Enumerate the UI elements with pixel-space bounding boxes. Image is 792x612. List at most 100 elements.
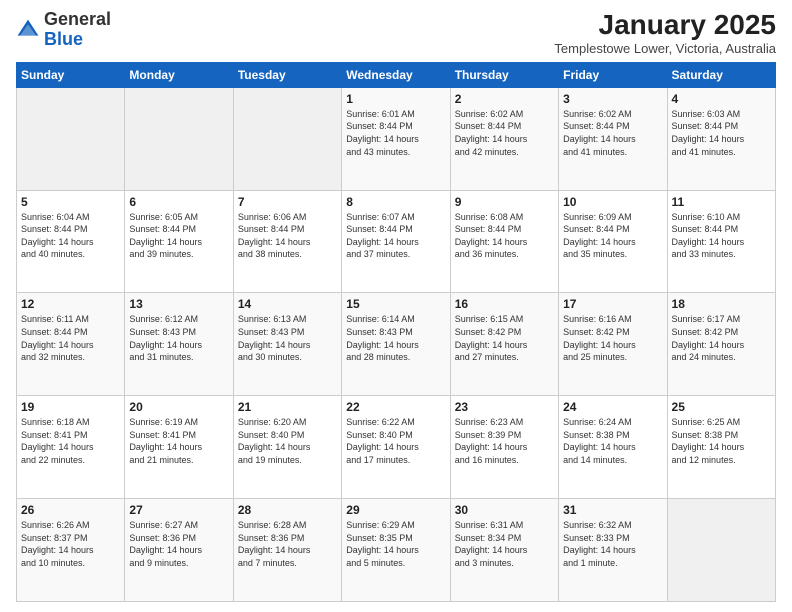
day-number: 20 (129, 400, 228, 414)
day-info: Sunrise: 6:12 AM Sunset: 8:43 PM Dayligh… (129, 313, 228, 363)
day-info: Sunrise: 6:18 AM Sunset: 8:41 PM Dayligh… (21, 416, 120, 466)
day-number: 19 (21, 400, 120, 414)
day-cell: 22Sunrise: 6:22 AM Sunset: 8:40 PM Dayli… (342, 396, 450, 499)
day-cell: 8 Sunrise: 6:07 AM Sunset: 8:44 PM Daylig… (342, 190, 450, 293)
day-cell: 27 Sunrise: 6:27 AM Sunset: 8:36 PM Dayli… (125, 499, 233, 602)
title-block: January 2025 Templestowe Lower, Victoria… (554, 10, 776, 56)
day-number: 22 (346, 400, 445, 414)
day-number: 4 (672, 92, 771, 106)
logo-icon (16, 18, 40, 42)
day-cell: 28 Sunrise: 6:28 AM Sunset: 8:36 PM Dayli… (233, 499, 341, 602)
day-cell: 4 Sunrise: 6:03 AM Sunset: 8:44 PM Daylig… (667, 87, 775, 190)
day-cell: 2Sunrise: 6:02 AM Sunset: 8:44 PM Daylig… (450, 87, 558, 190)
day-number: 3 (563, 92, 662, 106)
day-info: Sunrise: 6:05 AM Sunset: 8:44 PM Dayligh… (129, 211, 228, 261)
day-number: 26 (21, 503, 120, 517)
logo-blue: Blue (44, 29, 83, 49)
day-number: 10 (563, 195, 662, 209)
day-number: 2 (455, 92, 554, 106)
day-cell: 9Sunrise: 6:08 AM Sunset: 8:44 PM Daylig… (450, 190, 558, 293)
day-info: Sunrise: 6:03 AM Sunset: 8:44 PM Dayligh… (672, 108, 771, 158)
day-number: 1 (346, 92, 445, 106)
day-cell: 26 Sunrise: 6:26 AM Sunset: 8:37 PM Dayli… (17, 499, 125, 602)
day-info: Sunrise: 6:24 AM Sunset: 8:38 PM Dayligh… (563, 416, 662, 466)
day-cell: 29 Sunrise: 6:29 AM Sunset: 8:35 PM Dayli… (342, 499, 450, 602)
day-info: Sunrise: 6:02 AM Sunset: 8:44 PM Dayligh… (563, 108, 662, 158)
logo: General Blue (16, 10, 111, 50)
day-info: Sunrise: 6:23 AM Sunset: 8:39 PM Dayligh… (455, 416, 554, 466)
day-cell: 12 Sunrise: 6:11 AM Sunset: 8:44 PM Dayli… (17, 293, 125, 396)
day-number: 29 (346, 503, 445, 517)
week-row-2: 5Sunrise: 6:04 AM Sunset: 8:44 PM Daylig… (17, 190, 776, 293)
day-info: Sunrise: 6:06 AM Sunset: 8:44 PM Dayligh… (238, 211, 337, 261)
day-info: Sunrise: 6:27 AM Sunset: 8:36 PM Dayligh… (129, 519, 228, 569)
day-cell (233, 87, 341, 190)
day-cell: 1 Sunrise: 6:01 AM Sunset: 8:44 PM Daylig… (342, 87, 450, 190)
day-header-saturday: Saturday (667, 62, 775, 87)
day-cell: 3 Sunrise: 6:02 AM Sunset: 8:44 PM Daylig… (559, 87, 667, 190)
day-info: Sunrise: 6:29 AM Sunset: 8:35 PM Dayligh… (346, 519, 445, 569)
day-info: Sunrise: 6:01 AM Sunset: 8:44 PM Dayligh… (346, 108, 445, 158)
day-number: 16 (455, 297, 554, 311)
day-cell: 19 Sunrise: 6:18 AM Sunset: 8:41 PM Dayli… (17, 396, 125, 499)
day-info: Sunrise: 6:04 AM Sunset: 8:44 PM Dayligh… (21, 211, 120, 261)
location: Templestowe Lower, Victoria, Australia (554, 41, 776, 56)
day-info: Sunrise: 6:11 AM Sunset: 8:44 PM Dayligh… (21, 313, 120, 363)
day-cell: 17 Sunrise: 6:16 AM Sunset: 8:42 PM Dayli… (559, 293, 667, 396)
day-number: 23 (455, 400, 554, 414)
day-header-wednesday: Wednesday (342, 62, 450, 87)
week-row-5: 26 Sunrise: 6:26 AM Sunset: 8:37 PM Dayli… (17, 499, 776, 602)
day-info: Sunrise: 6:07 AM Sunset: 8:44 PM Dayligh… (346, 211, 445, 261)
calendar-table: SundayMondayTuesdayWednesdayThursdayFrid… (16, 62, 776, 602)
day-info: Sunrise: 6:19 AM Sunset: 8:41 PM Dayligh… (129, 416, 228, 466)
day-info: Sunrise: 6:25 AM Sunset: 8:38 PM Dayligh… (672, 416, 771, 466)
day-info: Sunrise: 6:14 AM Sunset: 8:43 PM Dayligh… (346, 313, 445, 363)
day-number: 7 (238, 195, 337, 209)
month-title: January 2025 (554, 10, 776, 41)
day-info: Sunrise: 6:17 AM Sunset: 8:42 PM Dayligh… (672, 313, 771, 363)
day-cell: 23 Sunrise: 6:23 AM Sunset: 8:39 PM Dayli… (450, 396, 558, 499)
day-info: Sunrise: 6:16 AM Sunset: 8:42 PM Dayligh… (563, 313, 662, 363)
day-cell: 10 Sunrise: 6:09 AM Sunset: 8:44 PM Dayli… (559, 190, 667, 293)
day-cell: 20 Sunrise: 6:19 AM Sunset: 8:41 PM Dayli… (125, 396, 233, 499)
day-cell (125, 87, 233, 190)
logo-text: General Blue (44, 10, 111, 50)
week-row-4: 19 Sunrise: 6:18 AM Sunset: 8:41 PM Dayli… (17, 396, 776, 499)
day-cell (17, 87, 125, 190)
day-number: 25 (672, 400, 771, 414)
day-cell: 13 Sunrise: 6:12 AM Sunset: 8:43 PM Dayli… (125, 293, 233, 396)
day-number: 15 (346, 297, 445, 311)
page: General Blue January 2025 Templestowe Lo… (0, 0, 792, 612)
day-number: 21 (238, 400, 337, 414)
day-info: Sunrise: 6:28 AM Sunset: 8:36 PM Dayligh… (238, 519, 337, 569)
day-number: 27 (129, 503, 228, 517)
day-info: Sunrise: 6:10 AM Sunset: 8:44 PM Dayligh… (672, 211, 771, 261)
day-cell: 25 Sunrise: 6:25 AM Sunset: 8:38 PM Dayli… (667, 396, 775, 499)
day-number: 31 (563, 503, 662, 517)
day-cell: 21Sunrise: 6:20 AM Sunset: 8:40 PM Dayli… (233, 396, 341, 499)
day-info: Sunrise: 6:09 AM Sunset: 8:44 PM Dayligh… (563, 211, 662, 261)
day-number: 6 (129, 195, 228, 209)
day-cell: 16Sunrise: 6:15 AM Sunset: 8:42 PM Dayli… (450, 293, 558, 396)
day-cell: 5Sunrise: 6:04 AM Sunset: 8:44 PM Daylig… (17, 190, 125, 293)
day-info: Sunrise: 6:26 AM Sunset: 8:37 PM Dayligh… (21, 519, 120, 569)
day-info: Sunrise: 6:13 AM Sunset: 8:43 PM Dayligh… (238, 313, 337, 363)
day-header-friday: Friday (559, 62, 667, 87)
day-cell: 15 Sunrise: 6:14 AM Sunset: 8:43 PM Dayli… (342, 293, 450, 396)
day-number: 8 (346, 195, 445, 209)
day-number: 17 (563, 297, 662, 311)
day-header-sunday: Sunday (17, 62, 125, 87)
day-header-monday: Monday (125, 62, 233, 87)
header: General Blue January 2025 Templestowe Lo… (16, 10, 776, 56)
day-info: Sunrise: 6:31 AM Sunset: 8:34 PM Dayligh… (455, 519, 554, 569)
day-cell: 6 Sunrise: 6:05 AM Sunset: 8:44 PM Daylig… (125, 190, 233, 293)
day-number: 24 (563, 400, 662, 414)
day-cell (667, 499, 775, 602)
header-row: SundayMondayTuesdayWednesdayThursdayFrid… (17, 62, 776, 87)
day-header-thursday: Thursday (450, 62, 558, 87)
day-cell: 14Sunrise: 6:13 AM Sunset: 8:43 PM Dayli… (233, 293, 341, 396)
day-number: 28 (238, 503, 337, 517)
day-number: 13 (129, 297, 228, 311)
day-number: 12 (21, 297, 120, 311)
day-cell: 30Sunrise: 6:31 AM Sunset: 8:34 PM Dayli… (450, 499, 558, 602)
